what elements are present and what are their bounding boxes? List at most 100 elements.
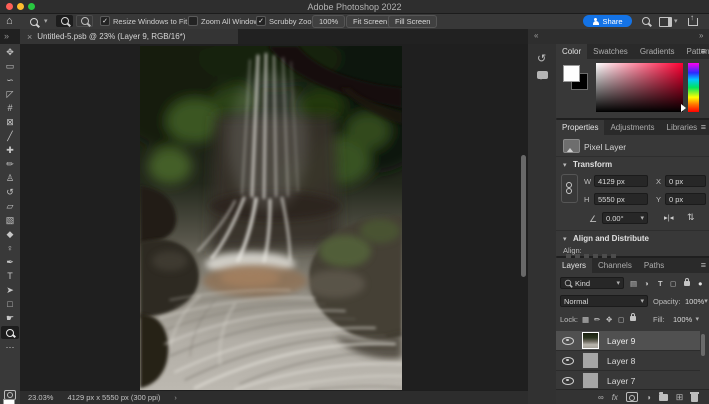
- panel-menu-icon[interactable]: ≡: [701, 258, 706, 273]
- layer-filter-dropdown[interactable]: Kind▾: [560, 277, 624, 289]
- add-mask-icon[interactable]: [626, 392, 638, 402]
- zoom-all-windows-checkbox[interactable]: Zoom All Windows: [188, 16, 263, 26]
- fill-field[interactable]: 100%▾: [670, 313, 702, 325]
- tab-paths[interactable]: Paths: [638, 258, 670, 273]
- workspace-dropdown-icon[interactable]: ▾: [674, 17, 678, 25]
- zoom-in-button[interactable]: [56, 15, 73, 27]
- filter-adjustment-icon[interactable]: ◑: [644, 279, 649, 288]
- fill-screen-button[interactable]: Fill Screen: [388, 15, 437, 28]
- object-selection-tool[interactable]: ◸: [0, 88, 20, 101]
- rectangle-tool[interactable]: □: [0, 298, 20, 311]
- lock-pixels-icon[interactable]: ✏: [594, 315, 600, 324]
- tab-properties[interactable]: Properties: [556, 120, 604, 135]
- frame-tool[interactable]: ⊠: [0, 116, 20, 129]
- align-collapse-icon[interactable]: ▾: [563, 235, 567, 243]
- zoom-percentage[interactable]: 23.03%: [28, 393, 53, 402]
- constrain-proportions-button[interactable]: [561, 174, 578, 203]
- opacity-field[interactable]: 100%▾: [682, 295, 707, 307]
- lock-artboard-icon[interactable]: ◻: [618, 315, 624, 324]
- color-field[interactable]: [596, 63, 683, 112]
- clone-stamp-tool[interactable]: ♙: [0, 172, 20, 185]
- eraser-tool[interactable]: ▱: [0, 200, 20, 213]
- document-tab[interactable]: × Untitled-5.psb @ 23% (Layer 9, RGB/16*…: [20, 29, 238, 44]
- flip-horizontal-icon[interactable]: ▸|◂: [664, 213, 673, 222]
- visibility-eye-icon[interactable]: [562, 377, 574, 385]
- hue-slider[interactable]: [688, 63, 699, 112]
- dropdown-icon[interactable]: ▾: [640, 214, 644, 222]
- gradient-tool[interactable]: ▧: [0, 214, 20, 227]
- layer-row[interactable]: Layer 9: [556, 331, 700, 351]
- tab-libraries[interactable]: Libraries: [661, 120, 704, 135]
- type-tool[interactable]: T: [0, 270, 20, 283]
- x-field[interactable]: 0 px: [665, 175, 706, 187]
- tab-adjustments[interactable]: Adjustments: [604, 120, 660, 135]
- expand-dock-icon[interactable]: »: [699, 31, 703, 40]
- tool-preset-dropdown-icon[interactable]: ▾: [44, 17, 48, 25]
- home-icon[interactable]: ⌂: [6, 15, 13, 27]
- lasso-tool[interactable]: ∽: [0, 74, 20, 87]
- scrubby-zoom-checkbox[interactable]: ✓ Scrubby Zoom: [256, 16, 318, 26]
- rotation-field[interactable]: 0.00°▾: [602, 212, 648, 224]
- filter-smart-object-icon[interactable]: [684, 278, 690, 288]
- filter-shape-icon[interactable]: ◻: [670, 279, 676, 288]
- marquee-tool[interactable]: ▭: [0, 60, 20, 73]
- delete-layer-icon[interactable]: [691, 394, 698, 402]
- layer-thumbnail[interactable]: [582, 372, 599, 389]
- panel-menu-icon[interactable]: ≡: [701, 44, 706, 59]
- status-chevron-icon[interactable]: ›: [174, 393, 177, 402]
- comments-icon[interactable]: [537, 71, 548, 79]
- move-tool[interactable]: ✥: [0, 46, 20, 59]
- zoom-tool[interactable]: [1, 326, 19, 339]
- filter-type-icon[interactable]: T: [658, 279, 663, 288]
- history-brush-tool[interactable]: ↺: [0, 186, 20, 199]
- dodge-tool[interactable]: ♀: [0, 242, 20, 255]
- layers-scrollbar[interactable]: [701, 334, 705, 356]
- brush-tool[interactable]: ✏: [0, 158, 20, 171]
- layer-thumbnail[interactable]: [582, 352, 599, 369]
- toolbar-overflow-icon[interactable]: »: [4, 31, 9, 41]
- tab-layers[interactable]: Layers: [556, 258, 592, 273]
- blur-tool[interactable]: ◆: [0, 228, 20, 241]
- pen-tool[interactable]: ✒: [0, 256, 20, 269]
- height-field[interactable]: 5550 px: [594, 193, 648, 205]
- new-layer-icon[interactable]: ⊞: [676, 392, 684, 403]
- visibility-eye-icon[interactable]: [562, 337, 574, 345]
- zoom-level-button[interactable]: 100%: [312, 15, 345, 28]
- share-button[interactable]: Share: [583, 15, 632, 27]
- lock-position-icon[interactable]: ✥: [606, 315, 612, 324]
- healing-brush-tool[interactable]: ✚: [0, 144, 20, 157]
- workspace-icon[interactable]: [659, 17, 672, 29]
- link-layers-icon[interactable]: ∞: [598, 393, 604, 402]
- tab-gradients[interactable]: Gradients: [634, 44, 681, 59]
- adjustment-layer-icon[interactable]: ◑: [646, 393, 651, 402]
- width-field[interactable]: 4129 px: [594, 175, 648, 187]
- layer-effects-icon[interactable]: fx: [612, 393, 618, 402]
- tab-swatches[interactable]: Swatches: [587, 44, 634, 59]
- foreground-color-swatch[interactable]: [3, 399, 15, 404]
- canvas-vertical-scrollbar[interactable]: [521, 155, 526, 277]
- tab-color[interactable]: Color: [556, 44, 587, 59]
- foreground-color-swatch[interactable]: [563, 65, 580, 82]
- flip-vertical-icon[interactable]: ⇅: [687, 212, 695, 223]
- visibility-eye-icon[interactable]: [562, 357, 574, 365]
- transform-collapse-icon[interactable]: ▾: [563, 161, 567, 169]
- history-icon[interactable]: ↺: [537, 52, 546, 65]
- y-field[interactable]: 0 px: [665, 193, 706, 205]
- filter-pixel-icon[interactable]: ▤: [630, 279, 637, 288]
- panel-menu-icon[interactable]: ≡: [701, 120, 706, 135]
- lock-all-icon[interactable]: [630, 313, 636, 323]
- search-icon[interactable]: [642, 17, 650, 27]
- edit-toolbar-icon[interactable]: ⋯: [0, 341, 20, 354]
- crop-tool[interactable]: #: [0, 102, 20, 115]
- zoom-out-button[interactable]: [76, 15, 93, 27]
- collapse-dock-icon[interactable]: «: [534, 31, 538, 40]
- eyedropper-tool[interactable]: ╱: [0, 130, 20, 143]
- layer-thumbnail[interactable]: [582, 332, 599, 349]
- resize-windows-checkbox[interactable]: ✓ Resize Windows to Fit: [100, 16, 187, 26]
- layer-row[interactable]: Layer 8: [556, 351, 700, 371]
- new-group-icon[interactable]: [659, 394, 668, 401]
- fit-screen-button[interactable]: Fit Screen: [346, 15, 394, 28]
- path-selection-tool[interactable]: ➤: [0, 284, 20, 297]
- filter-pin-icon[interactable]: ●: [698, 279, 703, 288]
- hand-tool[interactable]: ☛: [0, 312, 20, 325]
